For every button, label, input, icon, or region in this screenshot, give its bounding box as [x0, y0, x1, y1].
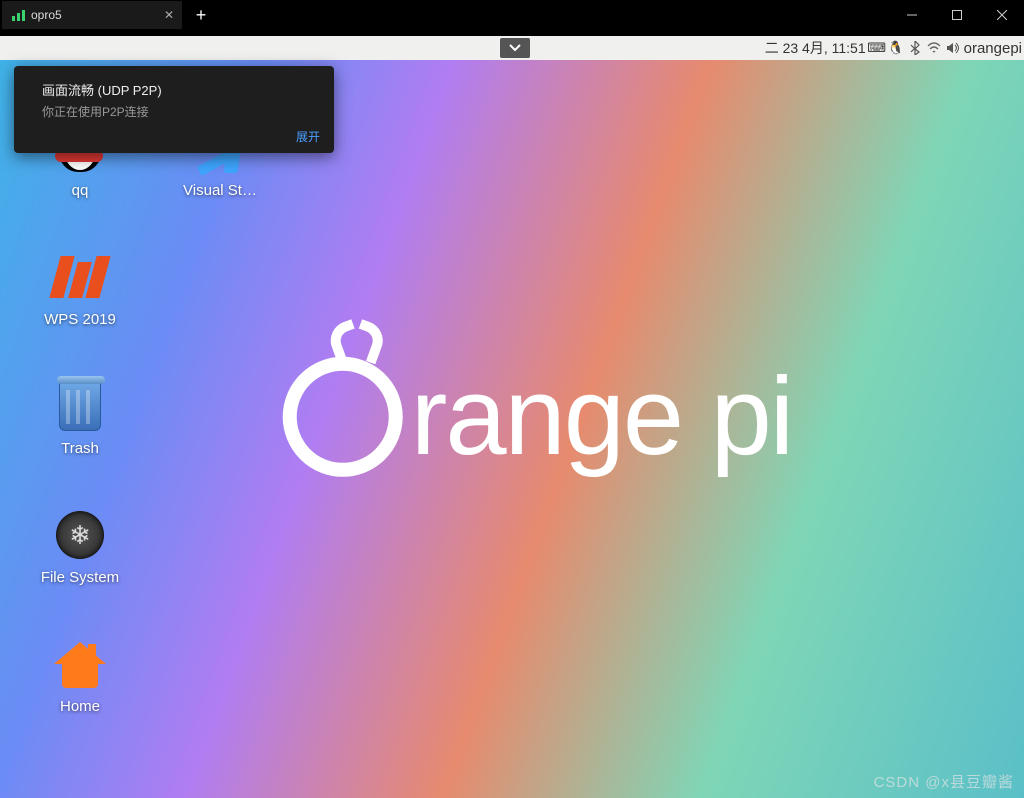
panel-dropdown-button[interactable] [500, 38, 530, 58]
trash-icon [59, 381, 101, 431]
top-panel: 二 23 4月, 11:51 ⌨ 🐧 orangepi [0, 36, 1024, 60]
wps-icon [53, 256, 107, 298]
desktop-icons: qq WPS 2019 Trash ❄ File System Home [20, 118, 140, 715]
icon-label: Home [60, 698, 100, 715]
panel-clock[interactable]: 二 23 4月, 11:51 [765, 38, 866, 58]
new-tab-button[interactable]: + [186, 0, 216, 30]
toast-expand-link[interactable]: 展开 [28, 128, 320, 145]
connection-toast: 画面流畅 (UDP P2P) 你正在使用P2P连接 展开 [14, 66, 334, 153]
toast-title: 画面流畅 (UDP P2P) [42, 80, 162, 99]
desktop-icon-wps[interactable]: WPS 2019 [20, 247, 140, 328]
desktop-icon-filesystem[interactable]: ❄ File System [20, 505, 140, 586]
close-button[interactable] [979, 0, 1024, 30]
panel-hostname[interactable]: orangepi [964, 40, 1022, 57]
tab-close-icon[interactable]: ✕ [164, 8, 174, 22]
icon-label: WPS 2019 [44, 311, 116, 328]
app-tab[interactable]: opro5 ✕ [2, 1, 182, 29]
keyboard-tray-icon[interactable]: ⌨ [869, 40, 885, 56]
desktop-icon-trash[interactable]: Trash [20, 376, 140, 457]
toast-subtitle: 你正在使用P2P连接 [42, 103, 162, 120]
icon-label: Visual St… [183, 182, 257, 199]
brand-text: range pi [411, 353, 793, 480]
wifi-tray-icon[interactable] [926, 42, 942, 54]
wallpaper-brand: range pi [283, 353, 793, 480]
icon-label: Trash [61, 440, 99, 457]
orange-icon [283, 356, 403, 476]
window-titlebar: opro5 ✕ + [0, 0, 1024, 30]
desktop-wallpaper[interactable]: range pi [0, 60, 1024, 798]
bluetooth-tray-icon[interactable] [907, 41, 923, 55]
window-controls [889, 0, 1024, 30]
maximize-button[interactable] [934, 0, 979, 30]
remote-viewport: range pi 二 23 4月, 11:51 ⌨ 🐧 orangepi [0, 30, 1024, 798]
filesystem-icon: ❄ [56, 511, 104, 559]
minimize-button[interactable] [889, 0, 934, 30]
icon-label: qq [72, 182, 89, 199]
tab-title: opro5 [31, 8, 62, 22]
home-icon [56, 642, 104, 686]
desktop-icon-home[interactable]: Home [20, 634, 140, 715]
csdn-watermark: CSDN @x县豆瓣酱 [874, 771, 1014, 792]
signal-bars-icon [12, 10, 25, 21]
tux-tray-icon[interactable]: 🐧 [888, 40, 904, 56]
icon-label: File System [41, 569, 119, 586]
volume-tray-icon[interactable] [945, 42, 961, 54]
